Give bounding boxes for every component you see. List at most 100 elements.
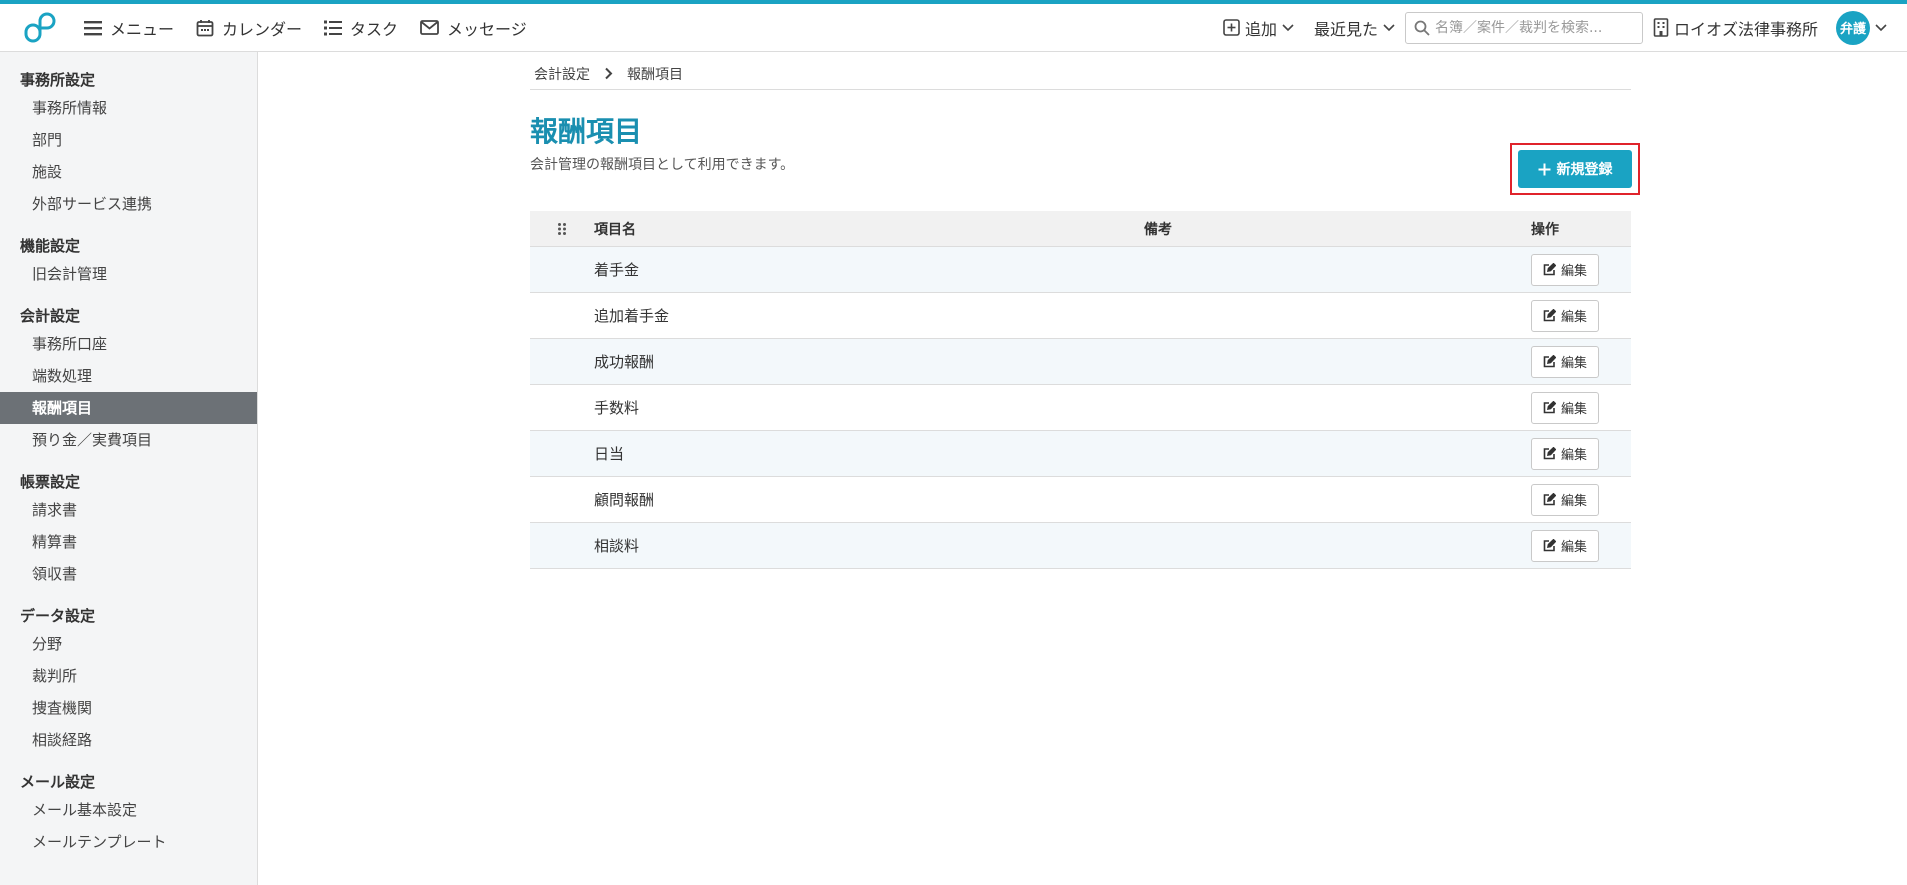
recent-menu[interactable]: 最近見た xyxy=(1314,16,1395,40)
recent-label: 最近見た xyxy=(1313,19,1378,39)
table-row[interactable]: 日当 編集 xyxy=(530,431,1631,477)
edit-icon xyxy=(1543,539,1556,552)
building-icon xyxy=(1653,18,1669,37)
sidebar-heading-forms: 帳票設定 xyxy=(20,473,81,491)
edit-button[interactable]: 編集 xyxy=(1531,529,1599,562)
chevron-down-icon xyxy=(1282,23,1294,31)
table-row[interactable]: 追加着手金 編集 xyxy=(530,293,1631,339)
row-name: 顧問報酬 xyxy=(594,491,655,509)
sidebar-item-mail-basic[interactable]: メール基本設定 xyxy=(0,794,257,826)
edit-label: 編集 xyxy=(1560,356,1587,371)
search-box[interactable] xyxy=(1404,11,1643,44)
top-bar: メニュー カレンダー タスク メッセージ 追加 最近見た ロイオズ法律事務所 xyxy=(0,0,1907,52)
nav-menu-label: メニュー xyxy=(110,19,175,39)
list-icon xyxy=(324,20,343,35)
table-row[interactable]: 成功報酬 編集 xyxy=(530,339,1631,385)
edit-icon xyxy=(1543,447,1556,460)
sidebar-heading-data: データ設定 xyxy=(20,607,96,625)
nav-message[interactable]: メッセージ xyxy=(420,16,527,40)
edit-button[interactable]: 編集 xyxy=(1531,345,1599,378)
row-name: 追加着手金 xyxy=(594,307,670,325)
hamburger-icon xyxy=(84,20,102,35)
sidebar-item-office-accounts[interactable]: 事務所口座 xyxy=(0,328,257,360)
nav-message-label: メッセージ xyxy=(447,19,527,39)
edit-label: 編集 xyxy=(1560,264,1587,279)
edit-icon xyxy=(1543,355,1556,368)
breadcrumb-current: 報酬項目 xyxy=(627,66,683,83)
new-register-button[interactable]: 新規登録 xyxy=(1518,150,1632,188)
row-name: 日当 xyxy=(594,445,625,463)
edit-label: 編集 xyxy=(1560,540,1587,555)
nav-task-label: タスク xyxy=(350,19,399,39)
edit-icon xyxy=(1543,263,1556,276)
sidebar-item-rounding[interactable]: 端数処理 xyxy=(0,360,257,392)
chevron-down-icon xyxy=(1383,23,1395,31)
sidebar-item-fields[interactable]: 分野 xyxy=(0,628,257,660)
calendar-icon xyxy=(196,19,214,36)
search-icon xyxy=(1414,20,1430,36)
sidebar-item-fee-items[interactable]: 報酬項目 xyxy=(0,392,257,424)
sidebar-heading-accounting: 会計設定 xyxy=(20,307,81,325)
sidebar-heading-function: 機能設定 xyxy=(20,237,81,255)
avatar: 弁護 xyxy=(1836,10,1870,45)
column-header-name: 項目名 xyxy=(594,221,636,238)
plus-icon xyxy=(1538,163,1550,175)
user-menu[interactable]: 弁護 xyxy=(1836,10,1887,45)
search-input[interactable] xyxy=(1434,19,1634,36)
edit-button[interactable]: 編集 xyxy=(1531,253,1599,286)
edit-button[interactable]: 編集 xyxy=(1531,391,1599,424)
sidebar-heading-mail: メール設定 xyxy=(20,773,96,791)
edit-button[interactable]: 編集 xyxy=(1531,299,1599,332)
column-header-operation: 操作 xyxy=(1531,221,1559,238)
table-row[interactable]: 顧問報酬 編集 xyxy=(530,477,1631,523)
edit-button[interactable]: 編集 xyxy=(1531,437,1599,470)
edit-label: 編集 xyxy=(1560,402,1587,417)
logo-icon[interactable] xyxy=(18,6,62,50)
nav-menu[interactable]: メニュー xyxy=(84,16,174,40)
envelope-icon xyxy=(420,20,439,35)
sidebar-item-deposit-items[interactable]: 預り金／実費項目 xyxy=(0,424,257,456)
sidebar: 事務所設定 事務所情報 部門 施設 外部サービス連携 機能設定 旧会計管理 会計… xyxy=(0,52,258,885)
nav-calendar[interactable]: カレンダー xyxy=(196,16,302,40)
row-name: 相談料 xyxy=(594,537,640,555)
fee-items-table: 項目名 備考 操作 着手金 編集 追加着手金 編集 成功報酬 編集 手数料 編集… xyxy=(530,211,1631,569)
edit-icon xyxy=(1543,493,1556,506)
row-name: 着手金 xyxy=(594,261,640,279)
office-switcher[interactable]: ロイオズ法律事務所 xyxy=(1653,16,1818,40)
sidebar-item-courts[interactable]: 裁判所 xyxy=(0,660,257,692)
edit-label: 編集 xyxy=(1560,310,1587,325)
chevron-right-icon xyxy=(605,67,613,80)
row-name: 手数料 xyxy=(594,399,640,417)
table-row[interactable]: 相談料 編集 xyxy=(530,523,1631,569)
row-name: 成功報酬 xyxy=(594,353,655,371)
sidebar-item-departments[interactable]: 部門 xyxy=(0,124,257,156)
sidebar-item-consultation-routes[interactable]: 相談経路 xyxy=(0,724,257,756)
sidebar-item-external-services[interactable]: 外部サービス連携 xyxy=(0,188,257,220)
table-row[interactable]: 手数料 編集 xyxy=(530,385,1631,431)
column-header-note: 備考 xyxy=(1144,221,1172,238)
sidebar-item-facilities[interactable]: 施設 xyxy=(0,156,257,188)
breadcrumb: 会計設定 報酬項目 xyxy=(530,58,1631,90)
sidebar-item-legacy-accounting[interactable]: 旧会計管理 xyxy=(0,258,257,290)
sidebar-item-mail-templates[interactable]: メールテンプレート xyxy=(0,826,257,858)
nav-calendar-label: カレンダー xyxy=(222,19,303,39)
nav-task[interactable]: タスク xyxy=(324,16,398,40)
add-menu[interactable]: 追加 xyxy=(1223,16,1294,40)
edit-label: 編集 xyxy=(1560,448,1587,463)
edit-icon xyxy=(1543,401,1556,414)
edit-icon xyxy=(1543,309,1556,322)
page-title: 報酬項目 xyxy=(530,115,643,148)
sidebar-item-receipt[interactable]: 領収書 xyxy=(0,558,257,590)
drag-handle-icon xyxy=(558,222,566,235)
sidebar-item-investigative-agencies[interactable]: 捜査機関 xyxy=(0,692,257,724)
edit-button[interactable]: 編集 xyxy=(1531,483,1599,516)
sidebar-item-office-info[interactable]: 事務所情報 xyxy=(0,92,257,124)
breadcrumb-parent[interactable]: 会計設定 xyxy=(534,64,590,84)
add-label: 追加 xyxy=(1244,19,1277,39)
new-register-label: 新規登録 xyxy=(1556,162,1613,178)
sidebar-item-invoice[interactable]: 請求書 xyxy=(0,494,257,526)
chevron-down-icon xyxy=(1875,23,1887,31)
table-row[interactable]: 着手金 編集 xyxy=(530,247,1631,293)
sidebar-item-statement[interactable]: 精算書 xyxy=(0,526,257,558)
table-header: 項目名 備考 操作 xyxy=(530,211,1631,247)
